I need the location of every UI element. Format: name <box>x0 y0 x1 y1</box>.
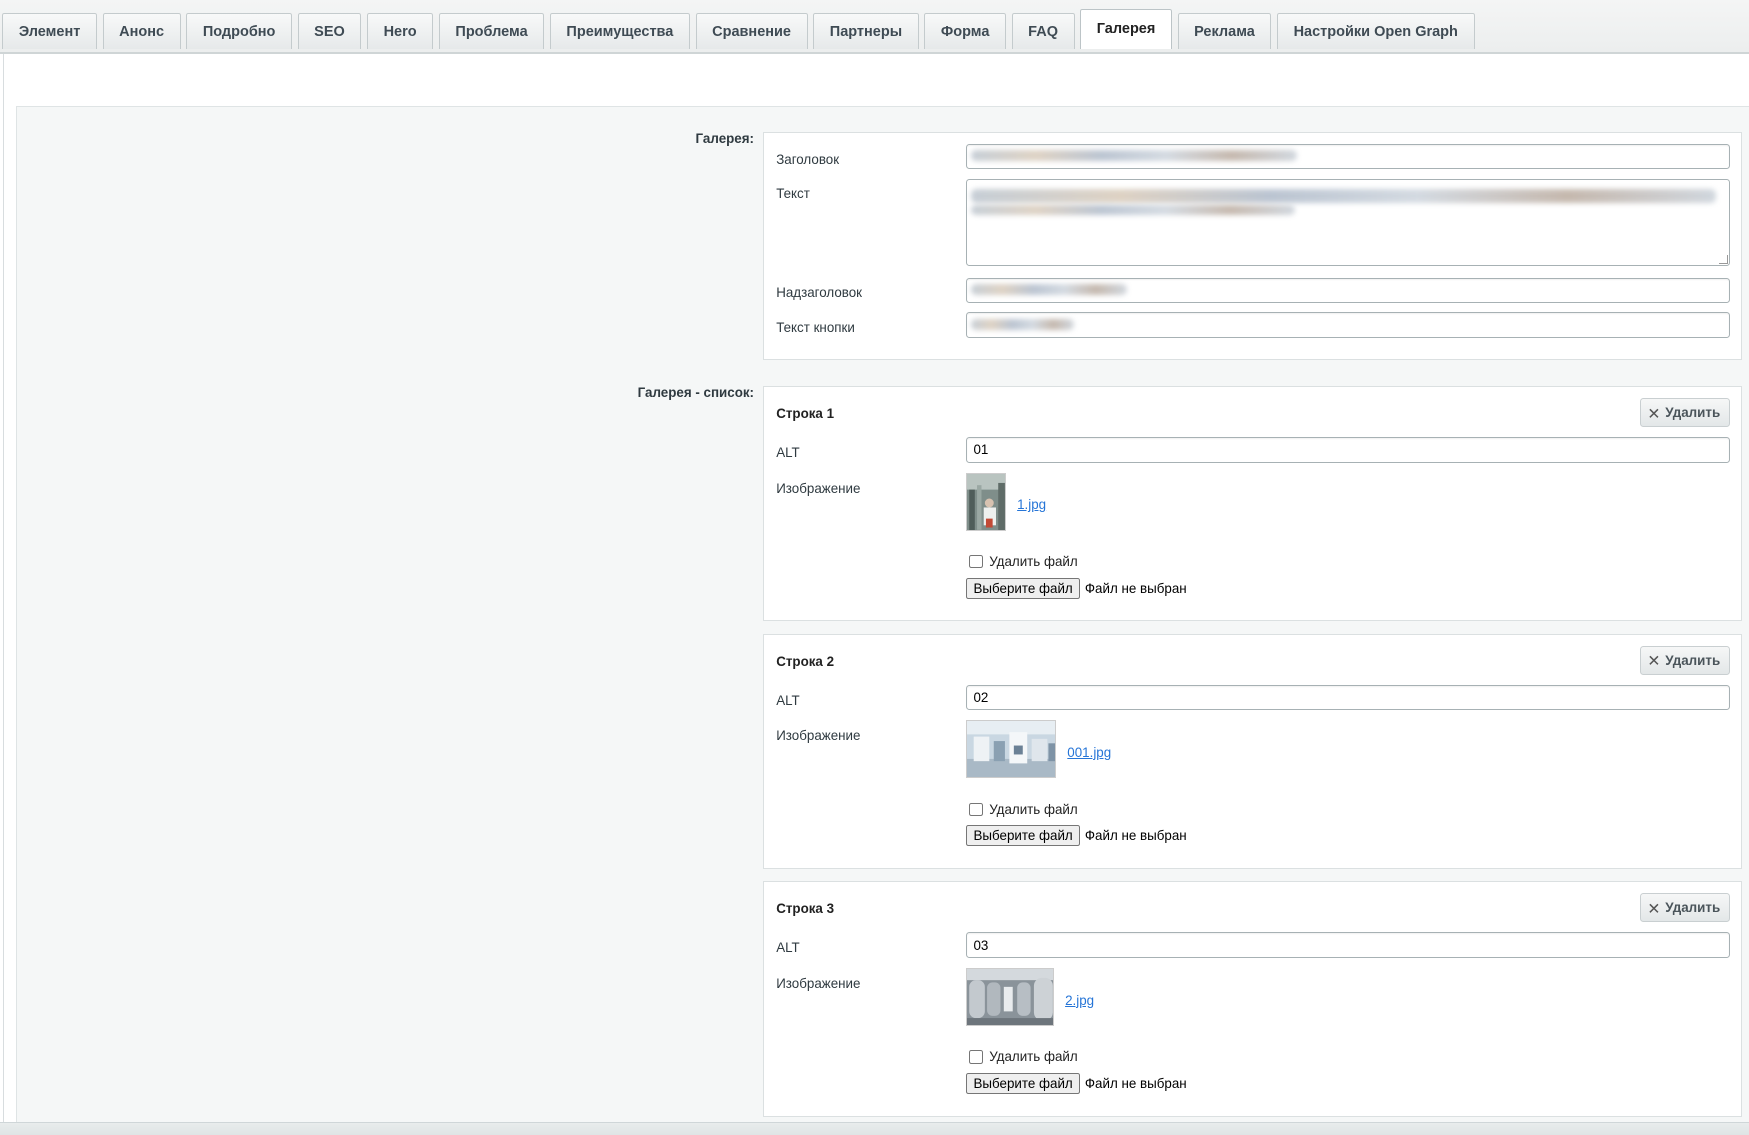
close-icon: ✕ <box>1647 405 1661 423</box>
tab-advantages[interactable]: Преимущества <box>549 13 690 50</box>
row-title: Строка 3 <box>776 901 835 917</box>
tab-element[interactable]: Элемент <box>2 13 97 50</box>
gallery-section-label: Галерея: <box>695 130 755 146</box>
gallery-row-1: Строка 1 ✕Удалить ALT Изображение 1.jpg … <box>762 385 1743 622</box>
file-link[interactable]: 2.jpg <box>1065 993 1094 1008</box>
tab-ads[interactable]: Реклама <box>1177 13 1272 50</box>
alt-label: ALT <box>776 692 800 708</box>
tab-details[interactable]: Подробно <box>186 13 292 50</box>
alt-label: ALT <box>776 940 800 956</box>
no-file-text: Файл не выбран <box>1084 580 1187 596</box>
button-text-label: Текст кнопки <box>776 319 855 335</box>
file-input[interactable]: Выберите файл Файл не выбран <box>965 577 1187 599</box>
tab-hero[interactable]: Hero <box>366 13 434 50</box>
delete-file-label: Удалить файл <box>989 1049 1078 1065</box>
file-input[interactable]: Выберите файл Файл не выбран <box>965 1072 1187 1095</box>
tab-seo[interactable]: SEO <box>297 13 362 50</box>
file-input[interactable]: Выберите файл Файл не выбран <box>965 825 1187 847</box>
tab-partners[interactable]: Партнеры <box>813 13 919 50</box>
choose-file-button[interactable]: Выберите файл <box>965 1072 1081 1095</box>
delete-row-button[interactable]: ✕ Удалить <box>1639 893 1731 923</box>
alt-input[interactable] <box>965 684 1730 711</box>
image-thumbnail[interactable] <box>965 720 1057 779</box>
tab-faq[interactable]: FAQ <box>1011 13 1075 50</box>
choose-file-button[interactable]: Выберите файл <box>965 825 1081 847</box>
tab-comparison[interactable]: Сравнение <box>695 13 808 50</box>
gallery-row-3: Строка 3 ✕Удалить ALT Изображение 2.jpg … <box>762 881 1743 1117</box>
delete-file-label: Удалить файл <box>989 554 1078 570</box>
delete-row-label: Удалить <box>1665 652 1721 668</box>
image-thumbnail[interactable] <box>965 968 1054 1027</box>
text-label: Текст <box>776 186 810 202</box>
delete-row-label: Удалить <box>1665 405 1721 421</box>
row-title: Строка 2 <box>776 653 835 669</box>
alt-input[interactable] <box>965 437 1730 463</box>
gallery-fields-box: Заголовок Текст Надзаголовок Текст кнопк… <box>762 131 1743 361</box>
tab-problem[interactable]: Проблема <box>438 13 545 50</box>
tab-bar: Элемент Анонс Подробно SEO Hero Проблема… <box>0 0 1749 54</box>
image-label: Изображение <box>776 480 861 496</box>
file-link[interactable]: 001.jpg <box>1067 745 1111 760</box>
file-link[interactable]: 1.jpg <box>1017 497 1046 512</box>
gallery-list-section-label: Галерея - список: <box>637 384 755 400</box>
delete-row-button[interactable]: ✕ Удалить <box>1639 398 1731 428</box>
alt-label: ALT <box>776 444 800 460</box>
delete-file-checkbox-row[interactable]: Удалить файл <box>969 802 1078 817</box>
choose-file-button[interactable]: Выберите файл <box>965 577 1081 599</box>
page: Элемент Анонс Подробно SEO Hero Проблема… <box>0 0 1749 1135</box>
delete-file-label: Удалить файл <box>989 801 1078 817</box>
delete-row-button[interactable]: ✕ Удалить <box>1639 645 1731 675</box>
bottom-bar <box>0 1122 1749 1135</box>
supertitle-input[interactable] <box>965 277 1730 304</box>
delete-file-checkbox-row[interactable]: Удалить файл <box>969 554 1078 569</box>
no-file-text: Файл не выбран <box>1084 1075 1187 1091</box>
tab-announce[interactable]: Анонс <box>102 13 181 50</box>
button-text-input[interactable] <box>965 312 1730 338</box>
row-title: Строка 1 <box>776 405 835 421</box>
title-label: Заголовок <box>776 151 840 167</box>
tabs: Элемент Анонс Подробно SEO Hero Проблема… <box>2 8 1480 51</box>
gallery-row-2: Строка 2 ✕Удалить ALT Изображение 001.jp… <box>762 633 1743 869</box>
delete-file-checkbox-row[interactable]: Удалить файл <box>969 1049 1078 1064</box>
no-file-text: Файл не выбран <box>1084 828 1187 844</box>
image-thumbnail[interactable] <box>965 472 1006 531</box>
delete-row-label: Удалить <box>1665 900 1721 916</box>
text-textarea[interactable] <box>965 179 1730 267</box>
image-label: Изображение <box>776 975 861 991</box>
close-icon: ✕ <box>1647 900 1661 918</box>
tab-form[interactable]: Форма <box>924 13 1006 50</box>
title-input[interactable] <box>965 143 1730 170</box>
alt-input[interactable] <box>965 932 1730 958</box>
tab-open-graph[interactable]: Настройки Open Graph <box>1276 13 1475 50</box>
supertitle-label: Надзаголовок <box>776 285 863 301</box>
close-icon: ✕ <box>1647 653 1661 671</box>
resize-handle[interactable] <box>1718 255 1728 265</box>
delete-file-checkbox[interactable] <box>969 1050 983 1064</box>
tab-gallery[interactable]: Галерея <box>1080 8 1172 50</box>
delete-file-checkbox[interactable] <box>969 802 983 817</box>
image-label: Изображение <box>776 728 861 744</box>
delete-file-checkbox[interactable] <box>969 555 983 569</box>
